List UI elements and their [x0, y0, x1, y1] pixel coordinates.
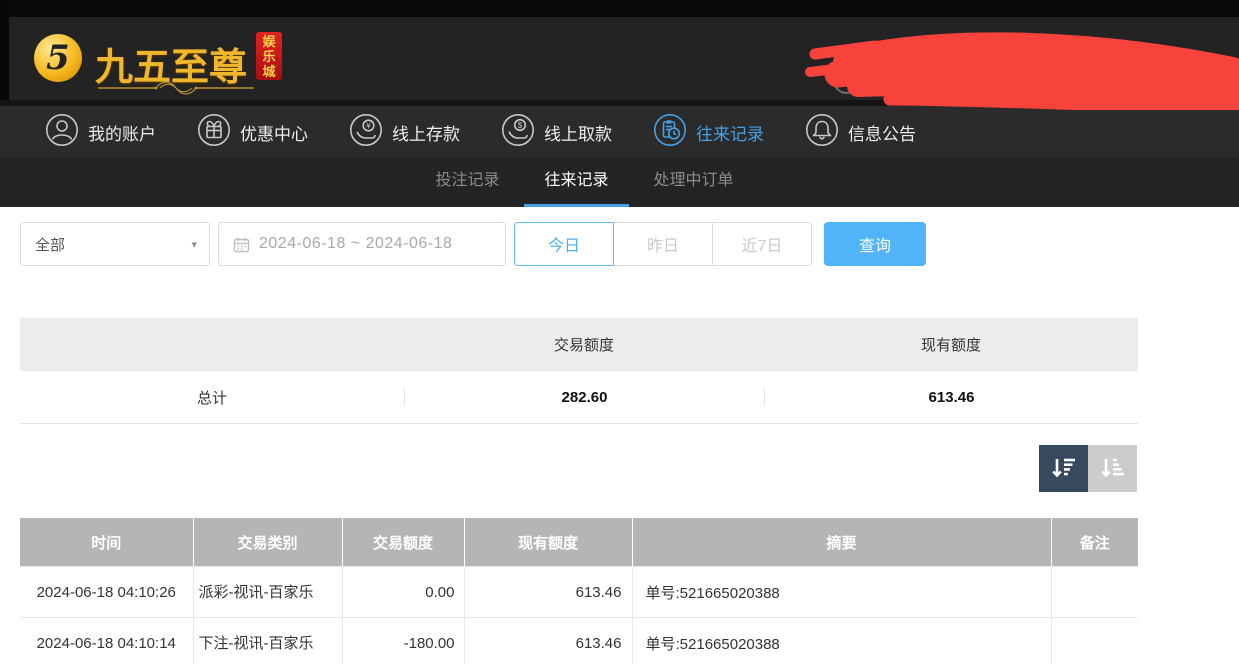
nav-label: 线上存款 [392, 120, 460, 145]
summary-table: 交易额度 现有额度 总计 282.60 613.46 [20, 318, 1138, 424]
summary-balance: 613.46 [764, 389, 1138, 406]
site-logo[interactable]: 5 九五至尊 娱 乐 城 [34, 17, 294, 100]
cell-time: 2024-06-18 04:10:26 [20, 567, 193, 618]
cell-note [1051, 567, 1138, 618]
logo-flourish-icon [96, 79, 256, 97]
logo-circle-icon: 5 [34, 34, 82, 82]
cell-amount: 0.00 [342, 567, 464, 618]
cell-balance: 613.46 [464, 618, 632, 664]
withdraw-icon: $ [501, 113, 535, 152]
records-table: 时间 交易类别 交易额度 现有额度 摘要 备注 2024-06-18 04:10… [20, 518, 1138, 664]
tab-transaction-records[interactable]: 往来记录 [524, 158, 628, 207]
entertainment-city-badge: 娱 乐 城 [256, 32, 282, 80]
svg-text:$: $ [518, 120, 523, 129]
nav-label: 往来记录 [696, 120, 764, 145]
type-select[interactable]: 全部 ▾ [20, 222, 210, 266]
transaction-records-page: 5 九五至尊 娱 乐 城 [0, 0, 1239, 664]
sort-toolbar [1039, 445, 1137, 492]
summary-total-label: 总计 [20, 387, 404, 408]
table-row: 2024-06-18 04:10:14 下注-视讯-百家乐 -180.00 61… [20, 618, 1138, 664]
sort-ascending-icon [1099, 454, 1126, 484]
nav-item-deposit[interactable]: ¥ 线上存款 [349, 113, 460, 152]
summary-header-trade-amount: 交易额度 [404, 334, 764, 355]
filter-bar: 全部 ▾ 2024-06-18 ~ 2024-06-18 今日 昨日 近7日 查… [20, 222, 926, 266]
deposit-icon: ¥ [349, 113, 383, 152]
sort-descending-icon [1050, 454, 1077, 484]
nav-label: 我的账户 [88, 120, 156, 145]
bell-icon [805, 113, 839, 152]
svg-text:¥: ¥ [365, 121, 371, 130]
search-button[interactable]: 查询 [824, 222, 926, 266]
summary-total-row: 总计 282.60 613.46 [20, 371, 1138, 424]
tab-betting-records[interactable]: 投注记录 [415, 158, 519, 207]
cell-note [1051, 618, 1138, 664]
gift-icon [197, 113, 231, 152]
cell-time: 2024-06-18 04:10:14 [20, 618, 193, 664]
col-balance: 现有额度 [464, 518, 632, 567]
nav-label: 优惠中心 [240, 120, 308, 145]
sub-nav: 投注记录 往来记录 处理中订单 [0, 158, 1239, 207]
nav-item-transaction-records[interactable]: 往来记录 [653, 113, 764, 152]
account-avatar-icon[interactable] [833, 67, 860, 94]
col-note: 备注 [1051, 518, 1138, 567]
tab-processing-orders[interactable]: 处理中订单 [634, 158, 754, 207]
nav-label: 线上取款 [544, 120, 612, 145]
sort-ascending-button[interactable] [1088, 445, 1137, 492]
records-table-header: 时间 交易类别 交易额度 现有额度 摘要 备注 [20, 518, 1138, 567]
nav-label: 信息公告 [848, 120, 916, 145]
summary-header-row: 交易额度 现有额度 [20, 318, 1138, 371]
range-last7days-button[interactable]: 近7日 [712, 222, 812, 266]
col-summary: 摘要 [632, 518, 1051, 567]
range-today-button[interactable]: 今日 [514, 222, 614, 266]
left-black-edge [0, 0, 9, 100]
nav-item-announcements[interactable]: 信息公告 [805, 113, 916, 152]
sort-descending-button[interactable] [1039, 445, 1088, 492]
chevron-down-icon: ▾ [191, 238, 197, 251]
col-amount: 交易额度 [342, 518, 464, 567]
top-black-strip [0, 0, 1239, 17]
quick-range-group: 今日 昨日 近7日 [514, 222, 812, 266]
cell-type: 下注-视讯-百家乐 [193, 618, 342, 664]
cell-amount: -180.00 [342, 618, 464, 664]
nav-item-promotions[interactable]: 优惠中心 [197, 113, 308, 152]
col-type: 交易类别 [193, 518, 342, 567]
cell-summary: 单号:521665020388 [632, 567, 1051, 618]
nav-item-withdraw[interactable]: $ 线上取款 [501, 113, 612, 152]
calendar-icon [233, 236, 250, 253]
main-nav: 我的账户 优惠中心 ¥ 线上存款 [0, 106, 1239, 158]
table-row: 2024-06-18 04:10:26 派彩-视讯-百家乐 0.00 613.4… [20, 567, 1138, 618]
date-range-picker[interactable]: 2024-06-18 ~ 2024-06-18 [218, 222, 506, 266]
col-time: 时间 [20, 518, 193, 567]
cell-type: 派彩-视讯-百家乐 [193, 567, 342, 618]
range-yesterday-button[interactable]: 昨日 [613, 222, 713, 266]
type-select-value: 全部 [35, 234, 65, 255]
date-range-value: 2024-06-18 ~ 2024-06-18 [259, 235, 452, 253]
summary-header-balance: 现有额度 [764, 334, 1138, 355]
cell-summary: 单号:521665020388 [632, 618, 1051, 664]
user-icon [45, 113, 79, 152]
site-header: 5 九五至尊 娱 乐 城 [0, 17, 1239, 100]
summary-trade-amount: 282.60 [404, 389, 764, 406]
records-icon [653, 113, 687, 152]
cell-balance: 613.46 [464, 567, 632, 618]
nav-item-my-account[interactable]: 我的账户 [45, 113, 156, 152]
